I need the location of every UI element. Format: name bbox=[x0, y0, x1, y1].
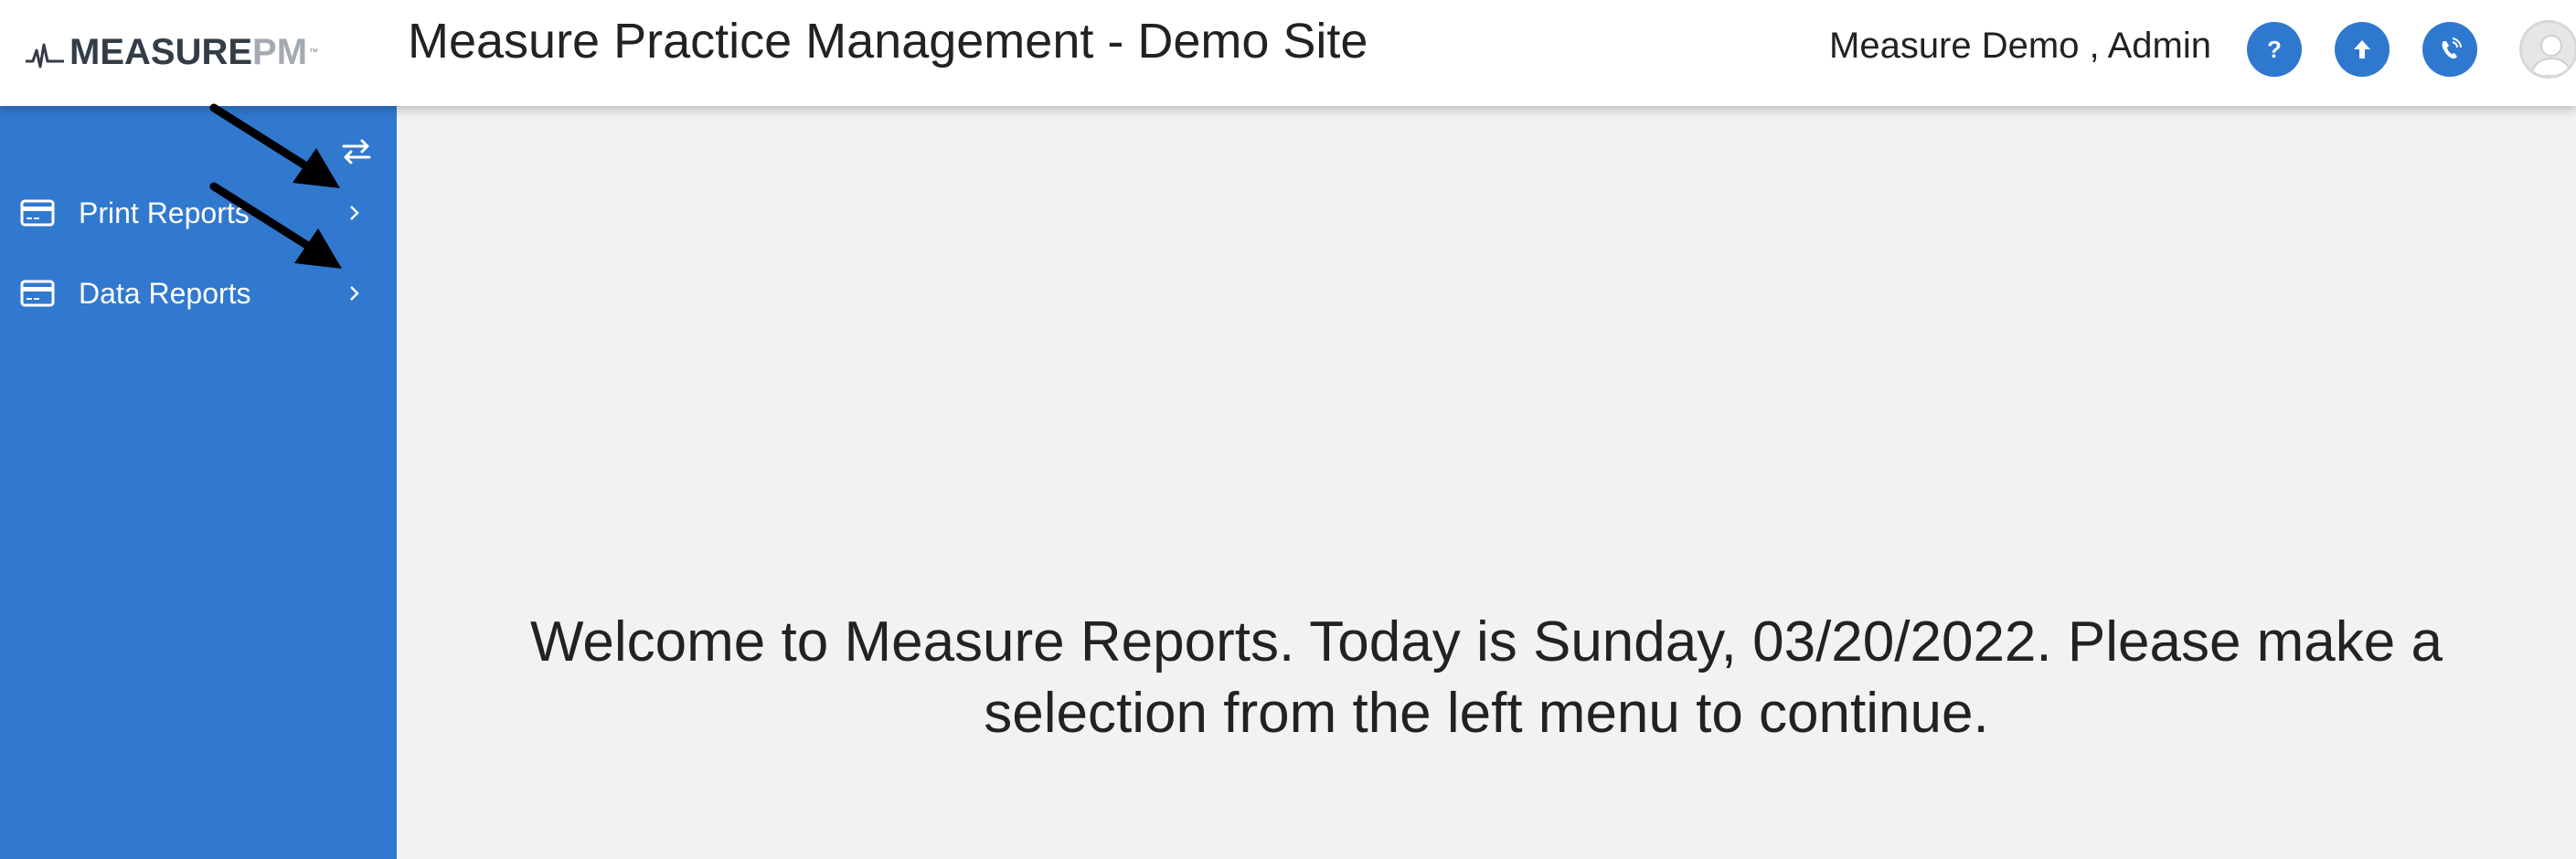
logo-text: MEASUREPM bbox=[69, 31, 308, 72]
top-header: MEASUREPM ™ Measure Practice Management … bbox=[0, 0, 2576, 106]
page-title: Measure Practice Management - Demo Site bbox=[408, 14, 1368, 69]
sidebar: Print Reports Data Reports bbox=[0, 106, 397, 859]
chevron-right-icon bbox=[350, 286, 359, 301]
logo-mark-icon bbox=[26, 43, 64, 69]
upload-button[interactable] bbox=[2335, 22, 2390, 77]
chevron-right-icon bbox=[350, 206, 359, 220]
sidebar-item-print-reports[interactable]: Print Reports bbox=[0, 181, 397, 245]
measurepm-logo[interactable]: MEASUREPM ™ bbox=[24, 27, 318, 77]
sidebar-item-data-reports[interactable]: Data Reports bbox=[0, 261, 397, 325]
phone-button[interactable] bbox=[2422, 22, 2477, 77]
credit-card-icon bbox=[20, 199, 55, 227]
user-name[interactable]: Measure Demo , Admin bbox=[1829, 26, 2211, 67]
swap-arrows-icon[interactable] bbox=[340, 137, 373, 166]
help-button[interactable]: ? bbox=[2247, 22, 2302, 77]
phone-icon bbox=[2442, 37, 2462, 58]
sidebar-item-label: Print Reports bbox=[79, 196, 250, 229]
welcome-message: Welcome to Measure Reports. Today is Sun… bbox=[530, 610, 2443, 745]
sidebar-item-label: Data Reports bbox=[79, 276, 251, 310]
user-avatar-icon bbox=[2529, 35, 2573, 76]
credit-card-icon bbox=[20, 280, 55, 307]
upload-arrow-icon bbox=[2354, 40, 2370, 58]
help-icon: ? bbox=[2267, 35, 2282, 63]
logo-trademark: ™ bbox=[309, 47, 319, 58]
user-avatar[interactable] bbox=[2519, 20, 2576, 79]
